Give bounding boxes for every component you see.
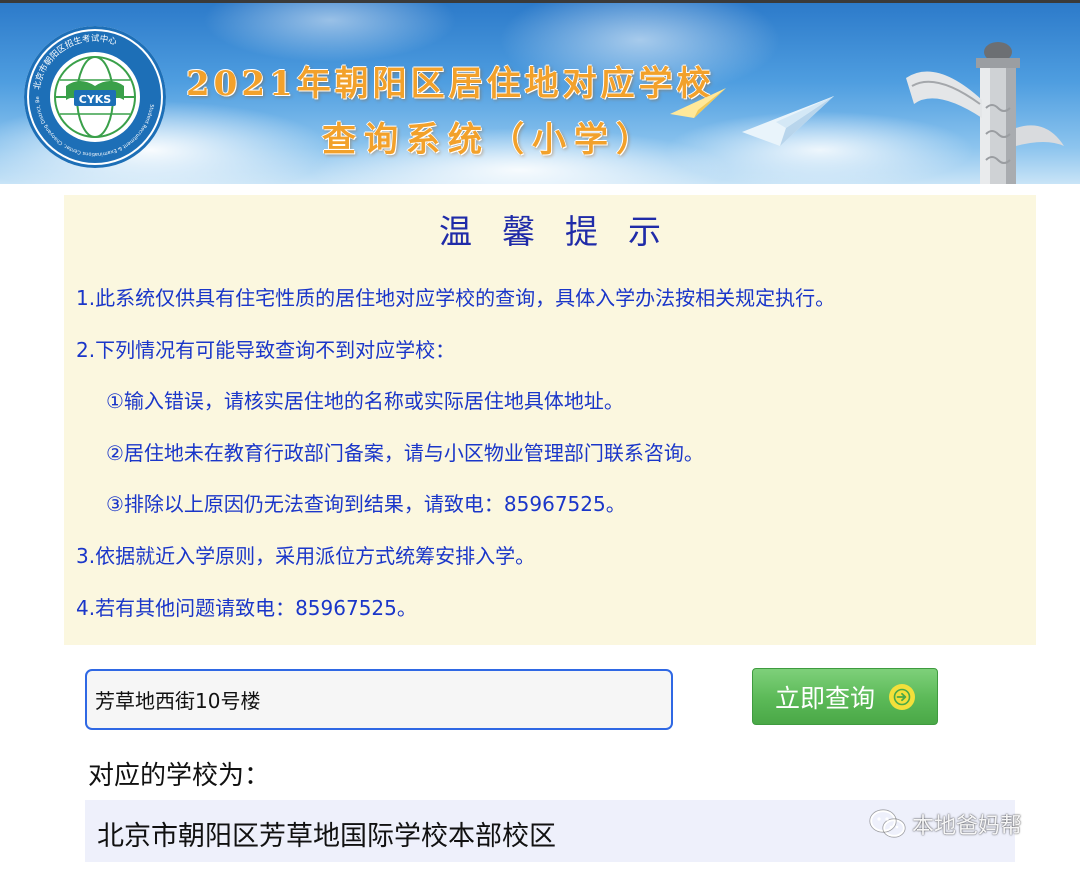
tip-item-1: 1.此系统仅供具有住宅性质的居住地对应学校的查询，具体入学办法按相关规定执行。 <box>76 286 836 310</box>
large-paper-plane-icon <box>742 96 834 146</box>
tip-item-2: 2.下列情况有可能导致查询不到对应学校： <box>76 338 456 362</box>
small-paper-plane-icon <box>670 88 726 118</box>
query-button-label: 立即查询 <box>774 683 875 713</box>
query-button[interactable]: 立即查询 <box>752 668 938 725</box>
tips-heading: 温馨提示 <box>439 212 691 251</box>
svg-text:CYKS: CYKS <box>79 93 112 106</box>
header-banner: 北京市朝阳区招生考试中心 Student Recruitment & Exami… <box>0 0 1080 184</box>
arrow-right-circle-icon <box>889 683 915 710</box>
top-border <box>0 0 1080 3</box>
huabiao-pillar-icon <box>906 42 1064 184</box>
tip-subitem-2: ②居住地未在教育行政部门备案，请与小区物业管理部门联系咨询。 <box>106 441 704 465</box>
result-label: 对应的学校为： <box>88 761 271 791</box>
address-search-input[interactable] <box>85 669 673 730</box>
banner-title-line-1: 2021年朝阳区居住地对应学校 <box>186 64 715 104</box>
logo-emblem-icon: 北京市朝阳区招生考试中心 Student Recruitment & Exami… <box>24 26 161 163</box>
wechat-icon <box>869 809 906 838</box>
tip-subitem-3: ③排除以上原因仍无法查询到结果，请致电：85967525。 <box>106 492 626 516</box>
tip-item-3: 3.依据就近入学原则，采用派位方式统筹安排入学。 <box>76 544 536 568</box>
tip-subitem-1: ①输入错误，请核实居住地的名称或实际居住地具体地址。 <box>106 389 624 413</box>
result-school-name: 北京市朝阳区芳草地国际学校本部校区 <box>97 821 556 852</box>
tip-item-4: 4.若有其他问题请致电：85967525。 <box>76 596 417 620</box>
banner-title-line-2: 查询系统（小学） <box>322 120 658 160</box>
cyks-logo: 北京市朝阳区招生考试中心 Student Recruitment & Exami… <box>24 26 166 168</box>
watermark: 本地爸妈帮 <box>868 808 1022 840</box>
tips-panel: 温馨提示 1.此系统仅供具有住宅性质的居住地对应学校的查询，具体入学办法按相关规… <box>64 195 1036 645</box>
watermark-text: 本地爸妈帮 <box>912 814 1023 839</box>
